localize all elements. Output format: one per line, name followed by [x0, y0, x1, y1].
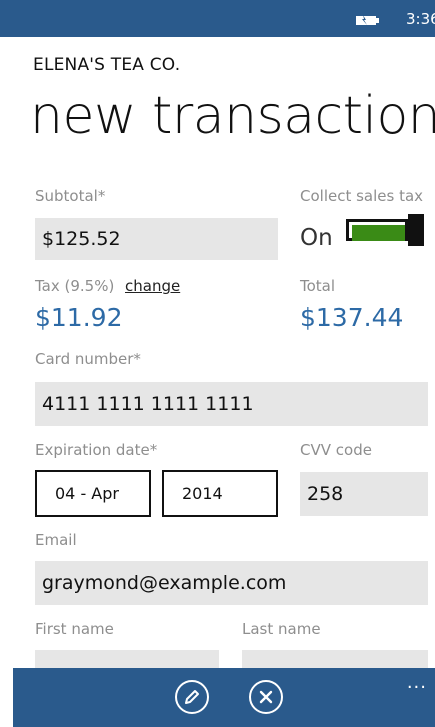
total-label: Total: [300, 277, 336, 295]
total-value: $137.44: [300, 303, 404, 332]
expiration-label: Expiration date*: [35, 441, 157, 459]
email-label: Email: [35, 531, 77, 549]
subtotal-label-text: Subtotal: [35, 187, 98, 205]
card-number-label-text: Card number: [35, 350, 134, 368]
page-title: new transaction: [30, 86, 435, 146]
required-mark: *: [133, 350, 141, 368]
status-clock: 3:36: [406, 10, 435, 28]
more-icon[interactable]: ...: [407, 672, 427, 693]
left-margin: [0, 37, 13, 727]
sales-tax-label: Collect sales tax: [300, 187, 424, 205]
app-bar: ...: [13, 668, 435, 727]
tax-value: $11.92: [35, 303, 123, 332]
card-number-label: Card number*: [35, 350, 141, 368]
edit-icon: [185, 690, 199, 704]
first-name-label: First name: [35, 620, 114, 638]
subtotal-label: Subtotal*: [35, 187, 105, 205]
required-mark: *: [97, 187, 106, 205]
cancel-button[interactable]: [249, 680, 283, 714]
email-field[interactable]: graymond@example.com: [35, 561, 428, 605]
sales-tax-toggle[interactable]: [346, 214, 430, 246]
card-number-field[interactable]: 4111 1111 1111 1111: [35, 382, 428, 426]
expiration-month-picker[interactable]: 04 - Apr: [35, 470, 151, 517]
status-bar: 3:36: [0, 0, 435, 37]
battery-icon: [356, 15, 379, 25]
app-name: ELENA'S TEA CO.: [33, 55, 181, 75]
change-tax-link[interactable]: change: [125, 277, 180, 295]
toggle-track: [346, 219, 408, 241]
subtotal-field[interactable]: $125.52: [35, 218, 278, 260]
expiration-year-picker[interactable]: 2014: [162, 470, 278, 517]
last-name-label: Last name: [242, 620, 321, 638]
toggle-thumb[interactable]: [408, 214, 424, 246]
sales-tax-state: On: [300, 225, 333, 251]
tax-label: Tax (9.5%): [35, 277, 115, 295]
cvv-label: CVV code: [300, 441, 372, 459]
expiration-label-text: Expiration date: [35, 441, 150, 459]
toggle-fill: [352, 225, 405, 241]
required-mark: *: [149, 441, 158, 459]
edit-button[interactable]: [175, 680, 209, 714]
cancel-icon: [259, 690, 273, 704]
cvv-field[interactable]: 258: [300, 472, 428, 516]
